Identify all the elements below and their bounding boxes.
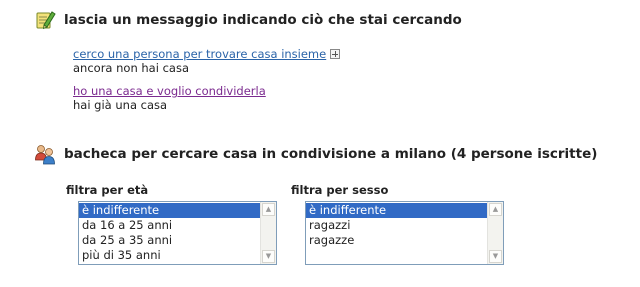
chevron-down-icon[interactable]: ▼ — [262, 250, 275, 263]
board-section-heading: bacheca per cercare casa in condivisione… — [34, 143, 597, 165]
sex-option[interactable]: è indifferente — [306, 203, 487, 218]
age-listbox-scrollbar[interactable]: ▲ ▼ — [260, 202, 276, 264]
share-house-subtext: hai già una casa — [73, 98, 168, 112]
messages-section-heading: lascia un messaggio indicando ciò che st… — [34, 9, 462, 31]
chevron-down-icon[interactable]: ▼ — [489, 250, 502, 263]
age-filter-label: filtra per età — [66, 183, 149, 197]
age-option[interactable]: è indifferente — [79, 203, 260, 218]
option-find-person: cerco una persona per trovare casa insie… — [73, 47, 341, 75]
note-pencil-icon — [34, 9, 56, 31]
chevron-up-icon[interactable]: ▲ — [262, 203, 275, 216]
age-option[interactable]: più di 35 anni — [79, 248, 260, 263]
age-option[interactable]: da 25 a 35 anni — [79, 233, 260, 248]
find-person-subtext: ancora non hai casa — [73, 61, 189, 75]
messages-heading-text: lascia un messaggio indicando ciò che st… — [64, 12, 462, 28]
share-house-link[interactable]: ho una casa e voglio condividerla — [73, 84, 266, 98]
chevron-up-icon[interactable]: ▲ — [489, 203, 502, 216]
sex-option[interactable]: ragazzi — [306, 218, 487, 233]
plus-box-icon[interactable] — [330, 49, 341, 59]
age-filter-listbox[interactable]: è indifferente da 16 a 25 anni da 25 a 3… — [78, 201, 277, 265]
sex-option[interactable]: ragazze — [306, 233, 487, 248]
find-person-link[interactable]: cerco una persona per trovare casa insie… — [73, 47, 326, 61]
sex-filter-label: filtra per sesso — [291, 183, 389, 197]
option-share-house: ho una casa e voglio condividerla hai gi… — [73, 84, 266, 112]
people-icon — [34, 143, 56, 165]
age-option[interactable]: da 16 a 25 anni — [79, 218, 260, 233]
sex-filter-listbox[interactable]: è indifferente ragazzi ragazze ▲ ▼ — [305, 201, 504, 265]
board-heading-text: bacheca per cercare casa in condivisione… — [64, 146, 598, 162]
sex-listbox-scrollbar[interactable]: ▲ ▼ — [487, 202, 503, 264]
